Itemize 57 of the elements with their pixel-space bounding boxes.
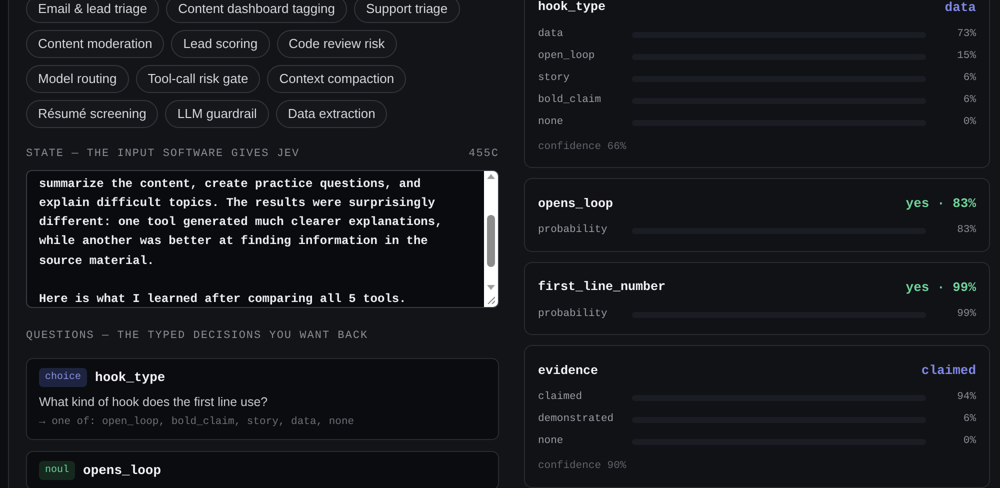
preset-chip[interactable]: Content dashboard tagging: [166, 0, 347, 23]
option-label: probability: [538, 306, 608, 322]
resize-grip-icon[interactable]: [487, 296, 495, 304]
text-area[interactable]: summarize the content, create practice questions, and explain difficult topics. The results were surprisingly different: one tool generated much clearer explanations, while another was better at finding information in the source material. Here is what I learned after comparing all 5 tools.: [26, 170, 499, 308]
option-label: data: [538, 27, 564, 42]
type-tag: noul: [39, 461, 76, 480]
option-label: none: [538, 115, 564, 130]
preset-chip[interactable]: Lead scoring: [171, 30, 270, 58]
percent-value: 99%: [956, 306, 976, 322]
result-name: evidence: [538, 362, 598, 380]
option-label: probability: [538, 223, 608, 238]
percent-value: 83%: [956, 223, 976, 238]
preset-chip[interactable]: Résumé screening: [26, 100, 158, 128]
scrollbar[interactable]: [484, 170, 498, 306]
result-answer: yes · 83%: [906, 195, 976, 214]
result-answer: yes · 99%: [906, 278, 976, 297]
question-hint: → one of: open_loop, bold_claim, story, data, none: [39, 415, 356, 430]
question-prompt: What kind of hook does the first line use?: [39, 394, 269, 410]
preset-chip[interactable]: Data extraction: [276, 100, 388, 128]
scroll-thumb[interactable]: [487, 214, 495, 266]
percent-value: 73%: [956, 27, 976, 42]
preset-chip[interactable]: Support triage: [354, 0, 460, 23]
preset-chip[interactable]: Context compaction: [267, 65, 406, 93]
percent-value: 6%: [962, 93, 976, 108]
percent-value: 94%: [956, 390, 976, 406]
result-name: first_line_number: [538, 279, 666, 296]
question-name: hook_type: [95, 369, 166, 387]
result-answer: data: [944, 0, 976, 17]
section-label: STATE — THE INPUT SOFTWARE GIVES JEV: [26, 147, 300, 162]
result-answer: claimed: [921, 362, 976, 380]
type-tag: choice: [39, 368, 88, 388]
result-name: opens_loop: [538, 196, 614, 213]
option-label: story: [538, 71, 571, 86]
result-name: hook_type: [538, 0, 606, 16]
option-label: claimed: [538, 390, 584, 406]
preset-chip[interactable]: Tool-call risk gate: [136, 65, 260, 93]
percent-value: 6%: [962, 412, 976, 428]
percent-value: 0%: [962, 434, 976, 450]
character-count: 455C: [468, 147, 499, 162]
scroll-up-icon[interactable]: [487, 174, 495, 178]
option-label: open_loop: [538, 49, 596, 64]
scroll-down-icon[interactable]: [487, 284, 495, 290]
option-label: none: [538, 434, 564, 450]
preset-chip[interactable]: Content moderation: [26, 30, 164, 58]
option-label: bold_claim: [538, 93, 602, 108]
preset-chip[interactable]: Model routing: [26, 65, 129, 93]
question-name: opens_loop: [83, 462, 162, 480]
confidence-text: confidence 66%: [538, 140, 628, 154]
preset-chip[interactable]: LLM guardrail: [165, 100, 269, 128]
preset-chip[interactable]: Email & lead triage: [26, 0, 160, 23]
percent-value: 6%: [962, 71, 976, 86]
section-label: QUESTIONS — THE TYPED DECISIONS YOU WANT BACK: [26, 328, 370, 344]
preset-chip[interactable]: Code review risk: [276, 30, 397, 58]
percent-value: 15%: [956, 49, 976, 64]
option-label: demonstrated: [538, 412, 615, 428]
confidence-text: confidence 90%: [538, 458, 628, 474]
percent-value: 0%: [962, 115, 976, 130]
